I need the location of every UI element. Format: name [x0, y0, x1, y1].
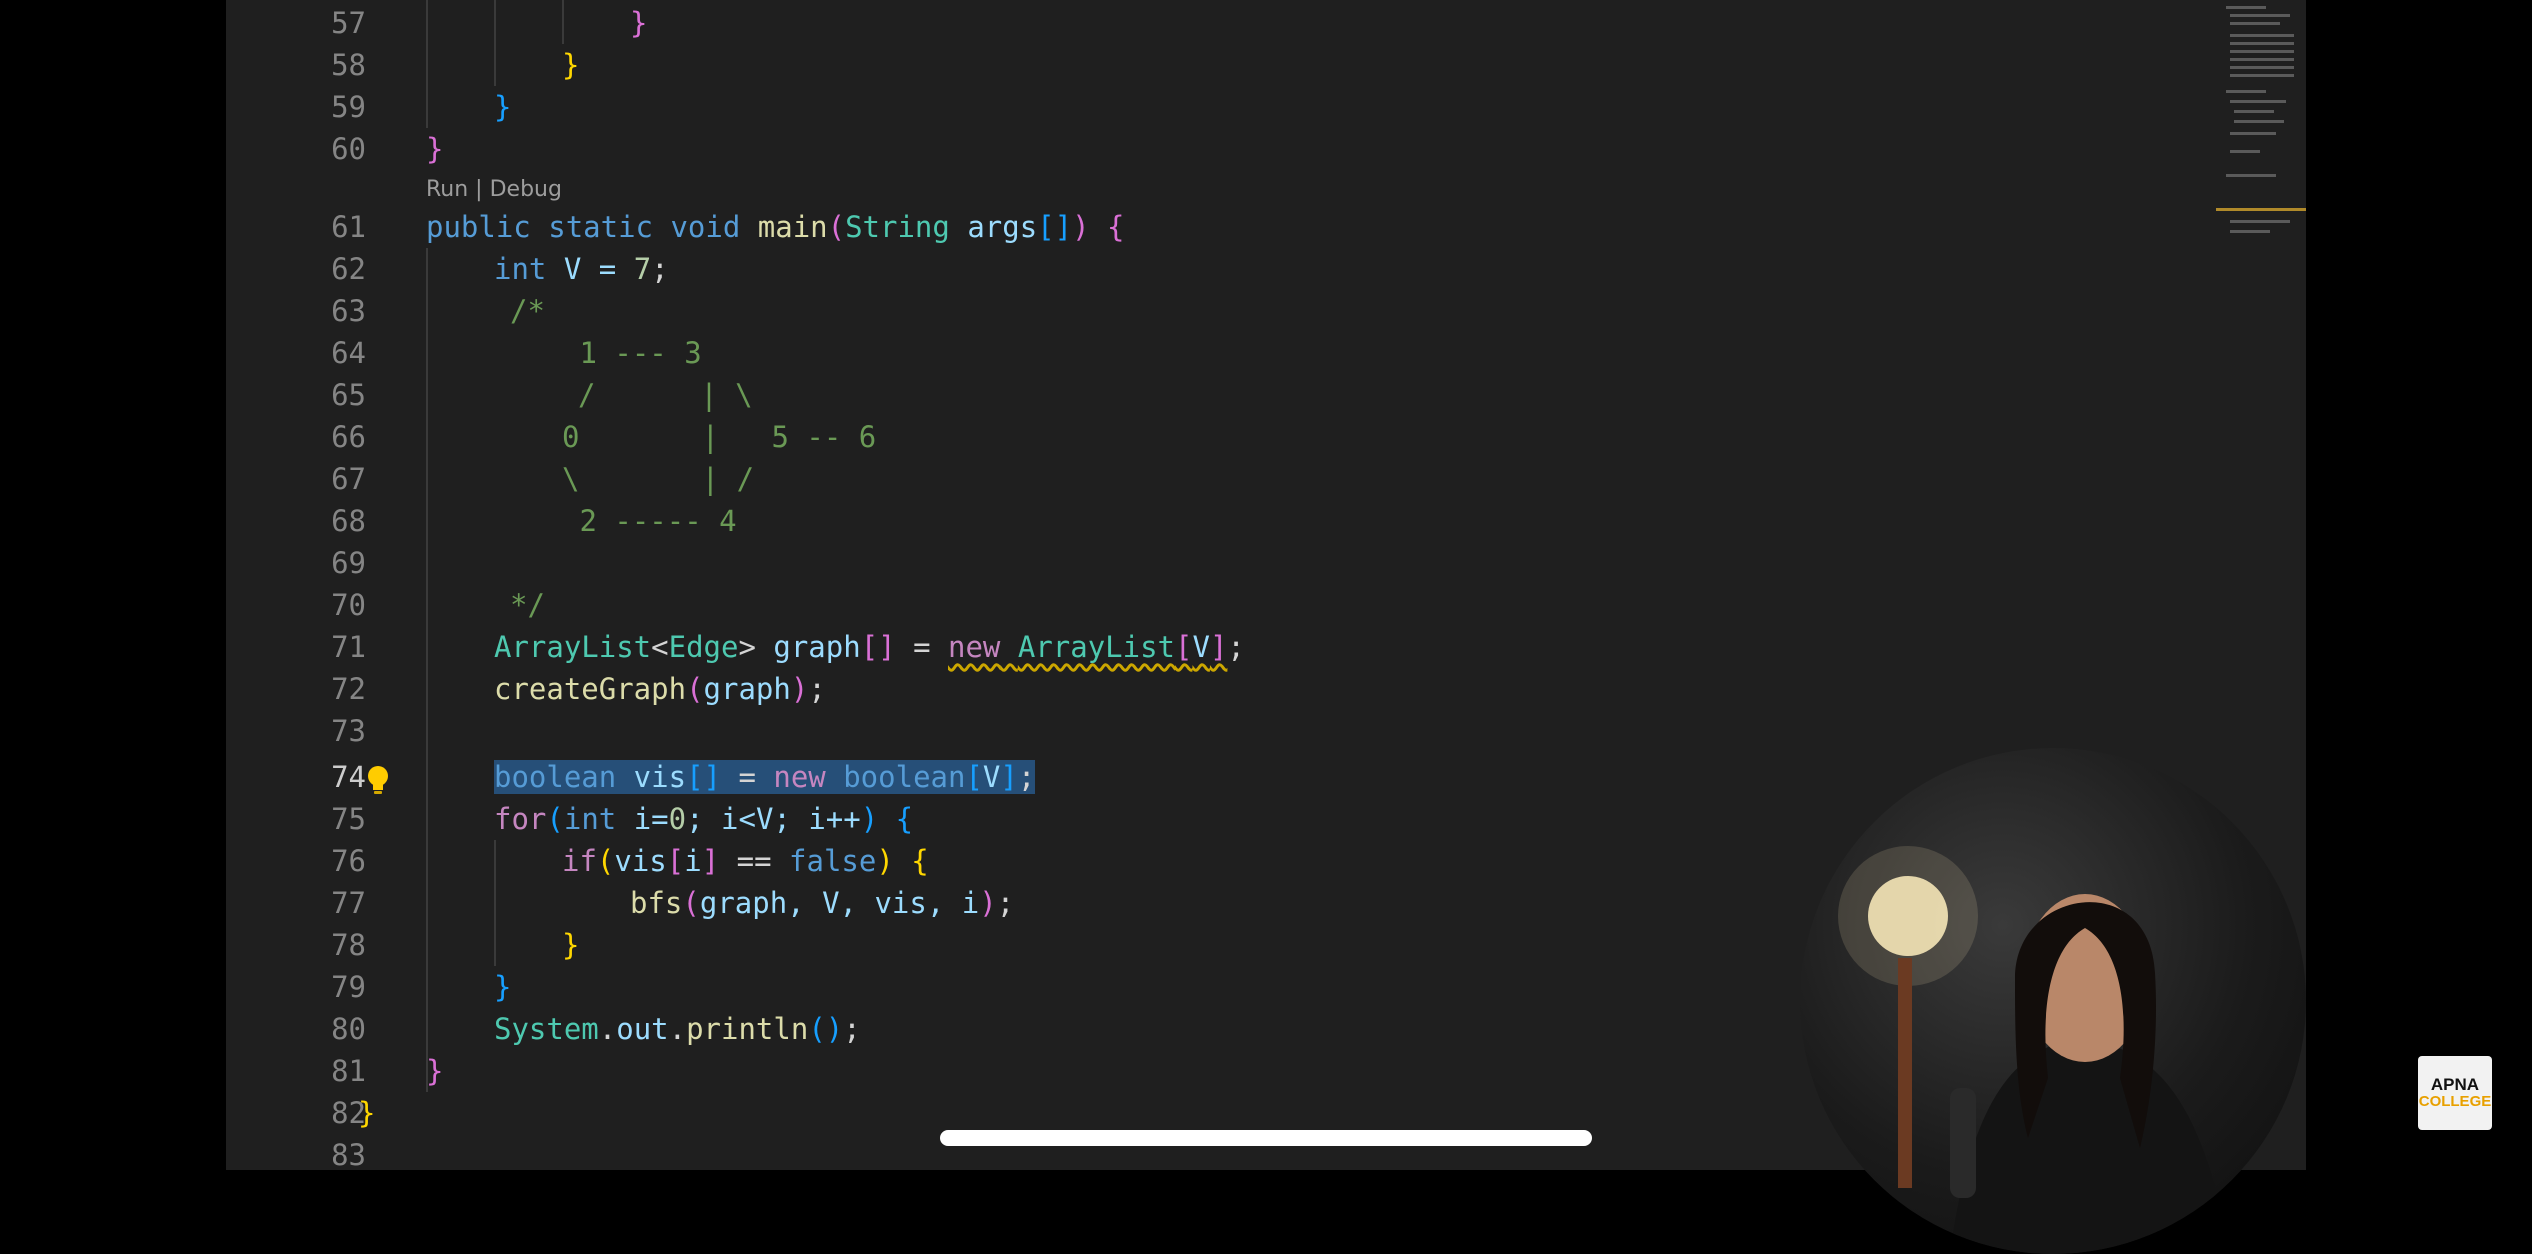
comment-line: */	[510, 588, 545, 622]
presenter-video	[1838, 846, 2230, 1254]
code-line: }	[494, 90, 512, 124]
minimap-row	[2230, 230, 2270, 233]
indent-guide	[426, 248, 428, 1092]
comment-line: \ | /	[562, 462, 755, 496]
comment-line: 1 --- 3	[562, 336, 702, 370]
minimap-row	[2230, 100, 2286, 103]
minimap-row	[2230, 66, 2294, 69]
debug-codelens-link[interactable]: Debug	[490, 177, 562, 202]
channel-logo: APNA COLLEGE	[2418, 1056, 2492, 1130]
minimap-row	[2230, 14, 2290, 17]
minimap-row	[2226, 90, 2266, 93]
code-line: int V = 7;	[494, 252, 669, 286]
minimap-row	[2230, 58, 2294, 61]
minimap-row	[2230, 132, 2276, 135]
minimap-row	[2230, 34, 2294, 37]
code-line: createGraph(graph);	[494, 672, 826, 706]
minimap-row	[2230, 22, 2280, 25]
indent-guide	[562, 0, 564, 44]
code-line: }	[562, 48, 580, 82]
home-indicator[interactable]	[940, 1130, 1592, 1146]
code-line: }	[426, 132, 444, 166]
comment-line: /*	[510, 294, 545, 328]
minimap-row	[2226, 174, 2276, 177]
run-codelens-link[interactable]: Run	[426, 177, 468, 202]
code-line: }	[562, 928, 580, 962]
minimap-selection-marker	[2216, 208, 2306, 211]
code-line: }	[630, 6, 648, 40]
codelens-separator: |	[468, 177, 490, 202]
comment-line: / | \	[578, 378, 753, 412]
webcam-overlay	[1800, 748, 2306, 1254]
minimap-row	[2234, 110, 2274, 113]
minimap-row	[2230, 74, 2294, 77]
code-line: }	[494, 970, 512, 1004]
codelens: Run | Debug	[426, 175, 562, 205]
minimap-row	[2230, 50, 2294, 53]
indent-guide	[494, 0, 496, 86]
code-line: }	[358, 1096, 376, 1130]
code-line: System.out.println();	[494, 1012, 861, 1046]
minimap-row	[2226, 6, 2266, 9]
minimap[interactable]	[2216, 0, 2306, 260]
warning-squiggle[interactable]: new ArrayList[V]	[948, 630, 1227, 664]
minimap-row	[2230, 42, 2294, 45]
indent-guide	[494, 840, 496, 966]
code-line: for(int i=0; i<V; i++) {	[494, 802, 914, 836]
code-line: public static void main(String args[]) {	[426, 210, 1125, 244]
minimap-row	[2234, 120, 2284, 123]
code-line: bfs(graph, V, vis, i);	[630, 886, 1015, 920]
code-line: ArrayList<Edge> graph[] = new ArrayList[…	[494, 630, 1245, 664]
comment-line: 2 ----- 4	[562, 504, 737, 538]
code-line: if(vis[i] == false) {	[562, 844, 929, 878]
lightbulb-icon[interactable]	[360, 762, 396, 798]
code-line: }	[426, 1054, 444, 1088]
minimap-row	[2230, 220, 2290, 223]
comment-line: 0 | 5 -- 6	[562, 420, 877, 454]
minimap-row	[2230, 150, 2260, 153]
code-line-selected: boolean vis[] = new boolean[V];	[494, 756, 1036, 798]
text-selection[interactable]: boolean vis[] = new boolean[V];	[494, 760, 1036, 794]
indent-guide	[426, 0, 428, 128]
